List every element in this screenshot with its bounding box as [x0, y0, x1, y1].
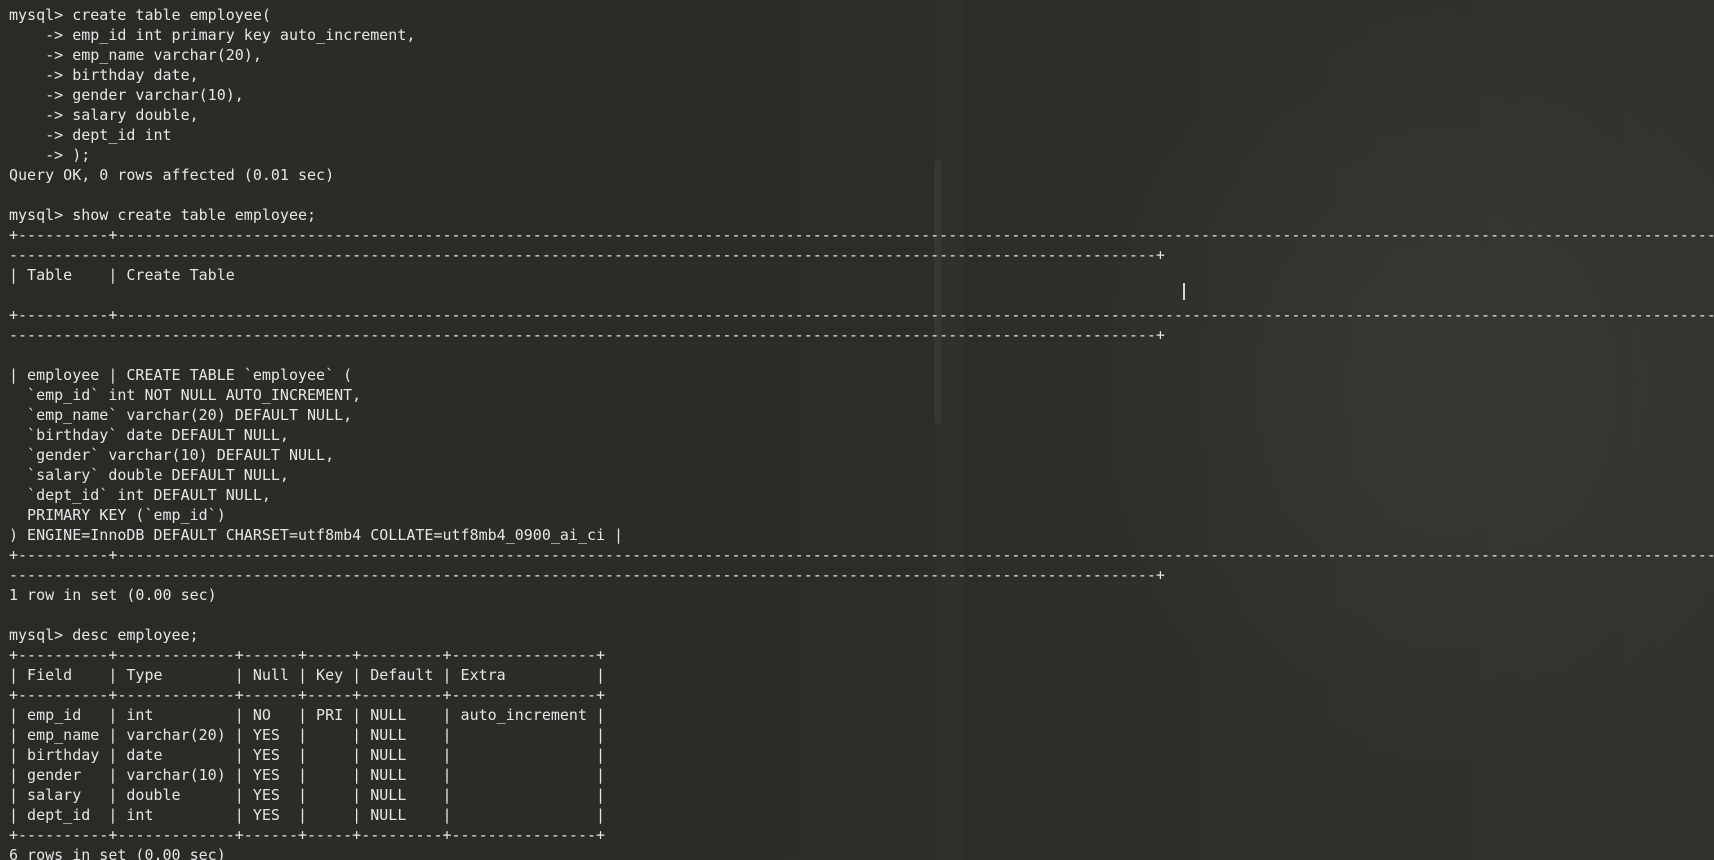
terminal-line: +----------+----------------------------… — [9, 226, 1714, 244]
terminal-window[interactable]: mysql> create table employee( -> emp_id … — [0, 0, 1714, 860]
terminal-line: | Table | Create Table — [9, 266, 235, 284]
terminal-line: `gender` varchar(10) DEFAULT NULL, — [9, 446, 335, 464]
terminal-line: | gender | varchar(10) | YES | | NULL | … — [9, 766, 606, 784]
terminal-line: ----------------------------------------… — [9, 566, 1165, 584]
terminal-line: `emp_name` varchar(20) DEFAULT NULL, — [9, 406, 353, 424]
terminal-line: | employee | CREATE TABLE `employee` ( — [9, 366, 353, 384]
text-cursor — [1183, 283, 1185, 300]
terminal-line: `birthday` date DEFAULT NULL, — [9, 426, 289, 444]
terminal-line: PRIMARY KEY (`emp_id`) — [9, 506, 226, 524]
terminal-line: -> emp_id int primary key auto_increment… — [9, 26, 416, 44]
terminal-line: | salary | double | YES | | NULL | | — [9, 786, 606, 804]
terminal-line: -> gender varchar(10), — [9, 86, 244, 104]
terminal-line: 1 row in set (0.00 sec) — [9, 586, 217, 604]
terminal-line: `dept_id` int DEFAULT NULL, — [9, 486, 271, 504]
terminal-line: ----------------------------------------… — [9, 246, 1165, 264]
terminal-line: mysql> create table employee( — [9, 6, 271, 24]
terminal-line: `emp_id` int NOT NULL AUTO_INCREMENT, — [9, 386, 362, 404]
terminal-line: ----------------------------------------… — [9, 326, 1165, 344]
terminal-line: `salary` double DEFAULT NULL, — [9, 466, 289, 484]
terminal-line: +----------+-------------+------+-----+-… — [9, 686, 606, 704]
terminal-line: mysql> desc employee; — [9, 626, 199, 644]
terminal-line: | birthday | date | YES | | NULL | | — [9, 746, 606, 764]
terminal-line: Query OK, 0 rows affected (0.01 sec) — [9, 166, 335, 184]
terminal-line: -> birthday date, — [9, 66, 199, 84]
terminal-output[interactable]: mysql> create table employee( -> emp_id … — [9, 5, 1714, 860]
terminal-line: -> emp_name varchar(20), — [9, 46, 262, 64]
terminal-line: mysql> show create table employee; — [9, 206, 317, 224]
terminal-line: -> salary double, — [9, 106, 199, 124]
terminal-line: +----------+----------------------------… — [9, 546, 1714, 564]
terminal-line: | emp_name | varchar(20) | YES | | NULL … — [9, 726, 606, 744]
terminal-line: | emp_id | int | NO | PRI | NULL | auto_… — [9, 706, 606, 724]
terminal-line: | Field | Type | Null | Key | Default | … — [9, 666, 606, 684]
terminal-line: +----------+-------------+------+-----+-… — [9, 646, 606, 664]
terminal-line: +----------+----------------------------… — [9, 306, 1714, 324]
terminal-line: -> dept_id int — [9, 126, 172, 144]
terminal-line: | dept_id | int | YES | | NULL | | — [9, 806, 606, 824]
terminal-line: 6 rows in set (0.00 sec) — [9, 846, 226, 860]
terminal-line: ) ENGINE=InnoDB DEFAULT CHARSET=utf8mb4 … — [9, 526, 624, 544]
terminal-line: -> ); — [9, 146, 91, 164]
terminal-line: +----------+-------------+------+-----+-… — [9, 826, 606, 844]
